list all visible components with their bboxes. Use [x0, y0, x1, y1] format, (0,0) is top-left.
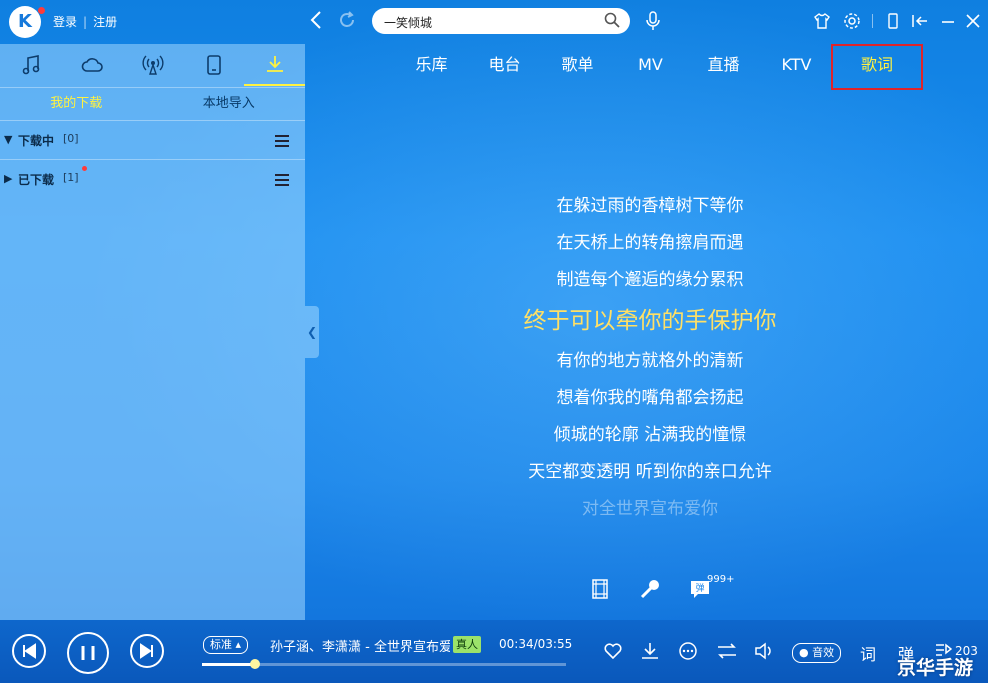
lyric-line: 有你的地方就格外的清新 — [556, 351, 744, 371]
lyric-line: 倾城的轮廓 沾满我的憧憬 — [553, 425, 747, 445]
notification-dot — [38, 7, 45, 14]
auth-separator: | — [83, 14, 88, 29]
desktop-lyric-button[interactable]: 词 — [860, 641, 876, 665]
register-link[interactable]: 注册 — [93, 13, 117, 30]
search-icon[interactable] — [604, 12, 620, 32]
tab-ktv[interactable]: KTV — [760, 52, 833, 88]
tab-mv[interactable]: MV — [614, 52, 687, 88]
collapse-panel-button[interactable]: ❮ — [305, 306, 319, 358]
lyrics-panel: 在躲过雨的香樟树下等你 在天桥上的转角擦肩而遇 制造每个邂逅的缘分累积 终于可以… — [470, 188, 830, 528]
quality-selector[interactable]: 标准 ▴ — [203, 636, 249, 654]
sound-effect-dot-icon: ● — [799, 646, 813, 659]
radio-broadcast-icon[interactable] — [122, 44, 183, 86]
sound-effect-label: 音效 — [812, 646, 835, 659]
loop-mode-icon[interactable] — [716, 641, 738, 665]
cloud-icon[interactable] — [61, 44, 122, 86]
chevron-right-icon[interactable]: ▶ — [4, 172, 12, 185]
lyric-line: 在躲过雨的香樟树下等你 — [556, 196, 744, 216]
close-icon[interactable] — [965, 12, 981, 34]
video-icon[interactable] — [591, 578, 609, 604]
music-note-icon[interactable] — [0, 44, 61, 86]
heart-icon[interactable] — [603, 641, 623, 665]
microphone-icon[interactable] — [639, 578, 661, 604]
tab-radio[interactable]: 电台 — [468, 52, 541, 88]
tab-playlists[interactable]: 歌单 — [541, 52, 614, 88]
downloading-group[interactable]: ▼ 下载中 [0] — [0, 120, 305, 159]
lyric-line: 天空都变透明 听到你的亲口允许 — [528, 462, 772, 482]
left-panel: 我的下载 本地导入 ▼ 下载中 [0] ▶ 已下载 [1] — [0, 44, 305, 620]
skin-icon[interactable] — [813, 12, 831, 34]
lyric-line: 在天桥上的转角擦肩而遇 — [556, 233, 744, 253]
next-button[interactable] — [130, 634, 164, 668]
more-icon[interactable] — [678, 641, 698, 665]
voice-search-icon[interactable] — [645, 11, 661, 35]
quality-label: 标准 — [210, 638, 232, 651]
comment-count-badge: 999+ — [707, 574, 735, 585]
song-title[interactable]: 孙子涵、李潇潇 - 全世界宣布爱你 — [270, 636, 450, 655]
sound-effect-button[interactable]: ● 音效 — [792, 643, 842, 663]
download-subtabs: 我的下载 本地导入 — [0, 87, 305, 120]
lyric-line: 想着你我的嘴角都会扬起 — [556, 388, 744, 408]
progress-bar[interactable] — [202, 659, 566, 669]
downloaded-count: [1] — [63, 171, 79, 184]
downloading-count: [0] — [63, 132, 79, 145]
real-singer-badge: 真人 — [453, 636, 481, 653]
menu-icon[interactable] — [275, 174, 289, 189]
device-icon[interactable] — [183, 44, 244, 86]
tab-local-import[interactable]: 本地导入 — [153, 88, 306, 120]
back-icon[interactable] — [310, 11, 322, 34]
mini-mode-icon[interactable] — [911, 12, 929, 34]
mobile-icon[interactable] — [887, 12, 899, 34]
new-indicator-dot — [82, 166, 87, 171]
lyric-line-current: 终于可以牵你的手保护你 — [523, 308, 777, 334]
tab-live[interactable]: 直播 — [687, 52, 760, 88]
chevron-down-icon[interactable]: ▼ — [4, 133, 12, 146]
volume-icon[interactable] — [754, 641, 776, 665]
settings-icon[interactable] — [843, 12, 861, 34]
download-tab-icon[interactable] — [244, 44, 305, 86]
toolbar-divider — [872, 14, 873, 28]
tab-my-downloads[interactable]: 我的下载 — [0, 88, 153, 120]
downloading-label: 下载中 — [18, 134, 55, 148]
minimize-icon[interactable] — [940, 12, 956, 34]
lyric-line: 对全世界宣布爱你 — [582, 499, 718, 519]
tab-lyrics[interactable]: 歌词 — [831, 44, 923, 90]
tab-library[interactable]: 乐库 — [395, 52, 468, 88]
auth-links: 登录 | 注册 — [53, 13, 117, 30]
caret-up-icon: ▴ — [232, 638, 242, 651]
refresh-icon[interactable] — [338, 11, 356, 34]
previous-button[interactable] — [12, 634, 46, 668]
danmaku-glyph: 弹 — [695, 582, 704, 594]
lyric-line: 制造每个邂逅的缘分累积 — [556, 270, 744, 290]
download-icon[interactable] — [640, 641, 660, 665]
play-time: 00:34/03:55 — [499, 637, 573, 651]
app-logo[interactable]: K — [9, 6, 41, 38]
progress-fill — [202, 663, 255, 666]
watermark: 京华手游 — [897, 657, 974, 679]
progress-handle[interactable] — [249, 659, 260, 669]
menu-icon[interactable] — [275, 135, 289, 150]
downloaded-group[interactable]: ▶ 已下载 [1] — [0, 159, 305, 198]
search-box — [372, 8, 630, 34]
left-panel-tabs — [0, 44, 305, 86]
top-bar: K 登录 | 注册 — [0, 0, 988, 44]
search-input[interactable] — [382, 11, 596, 33]
downloaded-label: 已下载 — [18, 173, 55, 187]
login-link[interactable]: 登录 — [53, 13, 77, 30]
pause-button[interactable] — [67, 632, 109, 674]
main-nav: 乐库 电台 歌单 MV 直播 KTV 歌词 — [395, 44, 923, 90]
